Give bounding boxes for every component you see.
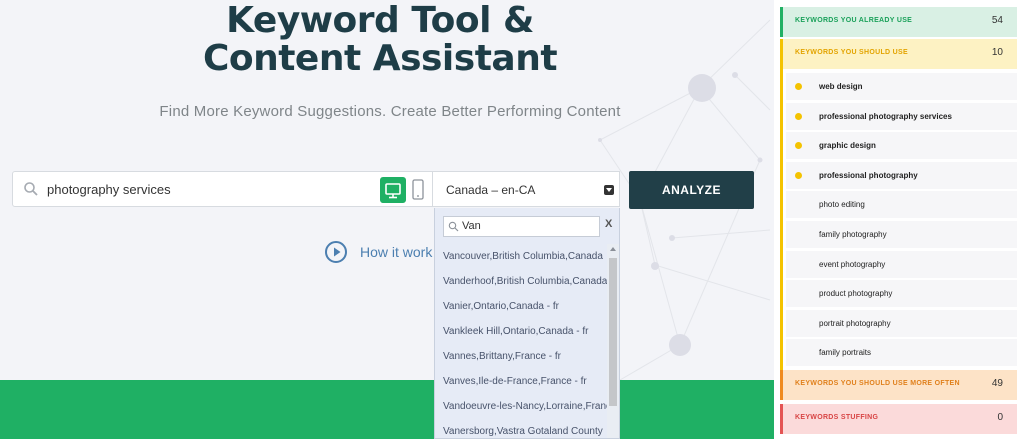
desktop-icon[interactable] bbox=[380, 177, 406, 203]
dropdown-scrollbar[interactable] bbox=[607, 244, 619, 438]
keyword-item[interactable]: photo editing bbox=[786, 191, 1017, 219]
keyword-text: graphic design bbox=[819, 141, 876, 151]
keyword-text: web design bbox=[819, 82, 863, 91]
section-rail bbox=[780, 69, 783, 370]
how-it-works-label: How it work bbox=[360, 244, 433, 260]
locale-filter-value[interactable]: Van bbox=[462, 220, 481, 232]
play-icon bbox=[325, 241, 347, 263]
scrollbar-thumb[interactable] bbox=[609, 258, 617, 406]
page-subtitle: Find More Keyword Suggestions. Create Be… bbox=[159, 103, 621, 120]
keyword-item[interactable]: product photography bbox=[786, 280, 1017, 308]
keyword-status-dot bbox=[795, 171, 802, 179]
section-label: KEYWORDS YOU ALREADY USE bbox=[795, 17, 913, 24]
keyword-text: professional photography services bbox=[819, 111, 952, 121]
section-keywords-already-use[interactable]: KEYWORDS YOU ALREADY USE 54 bbox=[780, 7, 1017, 37]
keyword-status-dot bbox=[795, 142, 802, 150]
keyword-item[interactable]: event photography bbox=[786, 250, 1017, 278]
locale-options-list: Vancouver,British Columbia,Canada Vander… bbox=[435, 244, 607, 438]
close-icon[interactable]: X bbox=[605, 218, 612, 230]
locale-option[interactable]: Vanersborg,Vastra Gotaland County bbox=[435, 419, 607, 438]
keyword-sidebar: KEYWORDS YOU ALREADY USE 54 KEYWORDS YOU… bbox=[774, 0, 1024, 439]
keyword-item[interactable]: professional photography services bbox=[786, 102, 1017, 130]
section-count: 0 bbox=[997, 412, 1003, 423]
locale-dropdown: Van X Vancouver,British Columbia,Canada … bbox=[434, 208, 620, 439]
keyword-text: photo editing bbox=[819, 200, 865, 210]
locale-filter-input[interactable]: Van bbox=[443, 216, 600, 237]
search-input-value[interactable]: photography services bbox=[47, 182, 171, 197]
keyword-text: event photography bbox=[819, 259, 886, 269]
green-footer-band bbox=[0, 380, 774, 439]
keyword-text: professional photography bbox=[819, 170, 918, 180]
section-label: KEYWORDS YOU SHOULD USE bbox=[795, 49, 908, 56]
keyword-item[interactable]: graphic design bbox=[786, 132, 1017, 160]
keyword-item[interactable]: family photography bbox=[786, 220, 1017, 248]
locale-option[interactable]: Vandoeuvre-les-Nancy,Lorraine,France bbox=[435, 394, 607, 419]
keyword-item[interactable]: family portraits bbox=[786, 339, 1017, 367]
main-panel: Keyword Tool & Content Assistant Find Mo… bbox=[0, 0, 774, 439]
keyword-status-dot bbox=[795, 83, 802, 90]
analyze-button[interactable]: ANALYZE bbox=[629, 171, 754, 209]
keyword-search-input[interactable]: photography services bbox=[12, 171, 433, 207]
keyword-status-dot bbox=[795, 112, 802, 120]
chevron-down-icon[interactable] bbox=[604, 185, 614, 195]
search-icon bbox=[448, 221, 459, 232]
keyword-text: family portraits bbox=[819, 348, 872, 358]
page-title-line1: Keyword Tool & bbox=[226, 0, 534, 41]
section-count: 10 bbox=[991, 47, 1003, 58]
page-title-line2: Content Assistant bbox=[202, 38, 558, 79]
keyword-item[interactable]: portrait photography bbox=[786, 309, 1017, 337]
locale-option[interactable]: Vannes,Brittany,France - fr bbox=[435, 344, 607, 369]
locale-select[interactable]: Canada – en-CA bbox=[433, 171, 620, 207]
keyword-text: product photography bbox=[819, 289, 893, 299]
locale-option[interactable]: Vancouver,British Columbia,Canada bbox=[435, 244, 607, 269]
scroll-up-arrow-icon[interactable] bbox=[610, 247, 616, 251]
page-title: Keyword Tool & Content Assistant bbox=[120, 2, 640, 78]
mobile-icon[interactable] bbox=[411, 179, 425, 201]
section-count: 54 bbox=[991, 15, 1003, 26]
keyword-text: family photography bbox=[819, 229, 887, 239]
keyword-text: portrait photography bbox=[819, 318, 891, 328]
locale-option[interactable]: Vanier,Ontario,Canada - fr bbox=[435, 294, 607, 319]
section-keywords-use-more-often[interactable]: KEYWORDS YOU SHOULD USE MORE OFTEN 49 bbox=[780, 370, 1017, 400]
keyword-item[interactable]: professional photography bbox=[786, 161, 1017, 189]
should-use-keyword-list: web design professional photography serv… bbox=[786, 73, 1017, 369]
keyword-item[interactable]: web design bbox=[786, 73, 1017, 100]
locale-option[interactable]: Vanves,Ile-de-France,France - fr bbox=[435, 369, 607, 394]
search-icon bbox=[24, 182, 38, 196]
section-keywords-should-use[interactable]: KEYWORDS YOU SHOULD USE 10 bbox=[780, 39, 1017, 69]
locale-selected-value: Canada – en-CA bbox=[446, 183, 536, 197]
section-label: KEYWORDS STUFFING bbox=[795, 414, 879, 421]
section-keywords-stuffing[interactable]: KEYWORDS STUFFING 0 bbox=[780, 404, 1017, 434]
section-count: 49 bbox=[991, 378, 1003, 389]
locale-option[interactable]: Vanderhoof,British Columbia,Canada bbox=[435, 269, 607, 294]
section-label: KEYWORDS YOU SHOULD USE MORE OFTEN bbox=[795, 380, 960, 387]
locale-option[interactable]: Vankleek Hill,Ontario,Canada - fr bbox=[435, 319, 607, 344]
